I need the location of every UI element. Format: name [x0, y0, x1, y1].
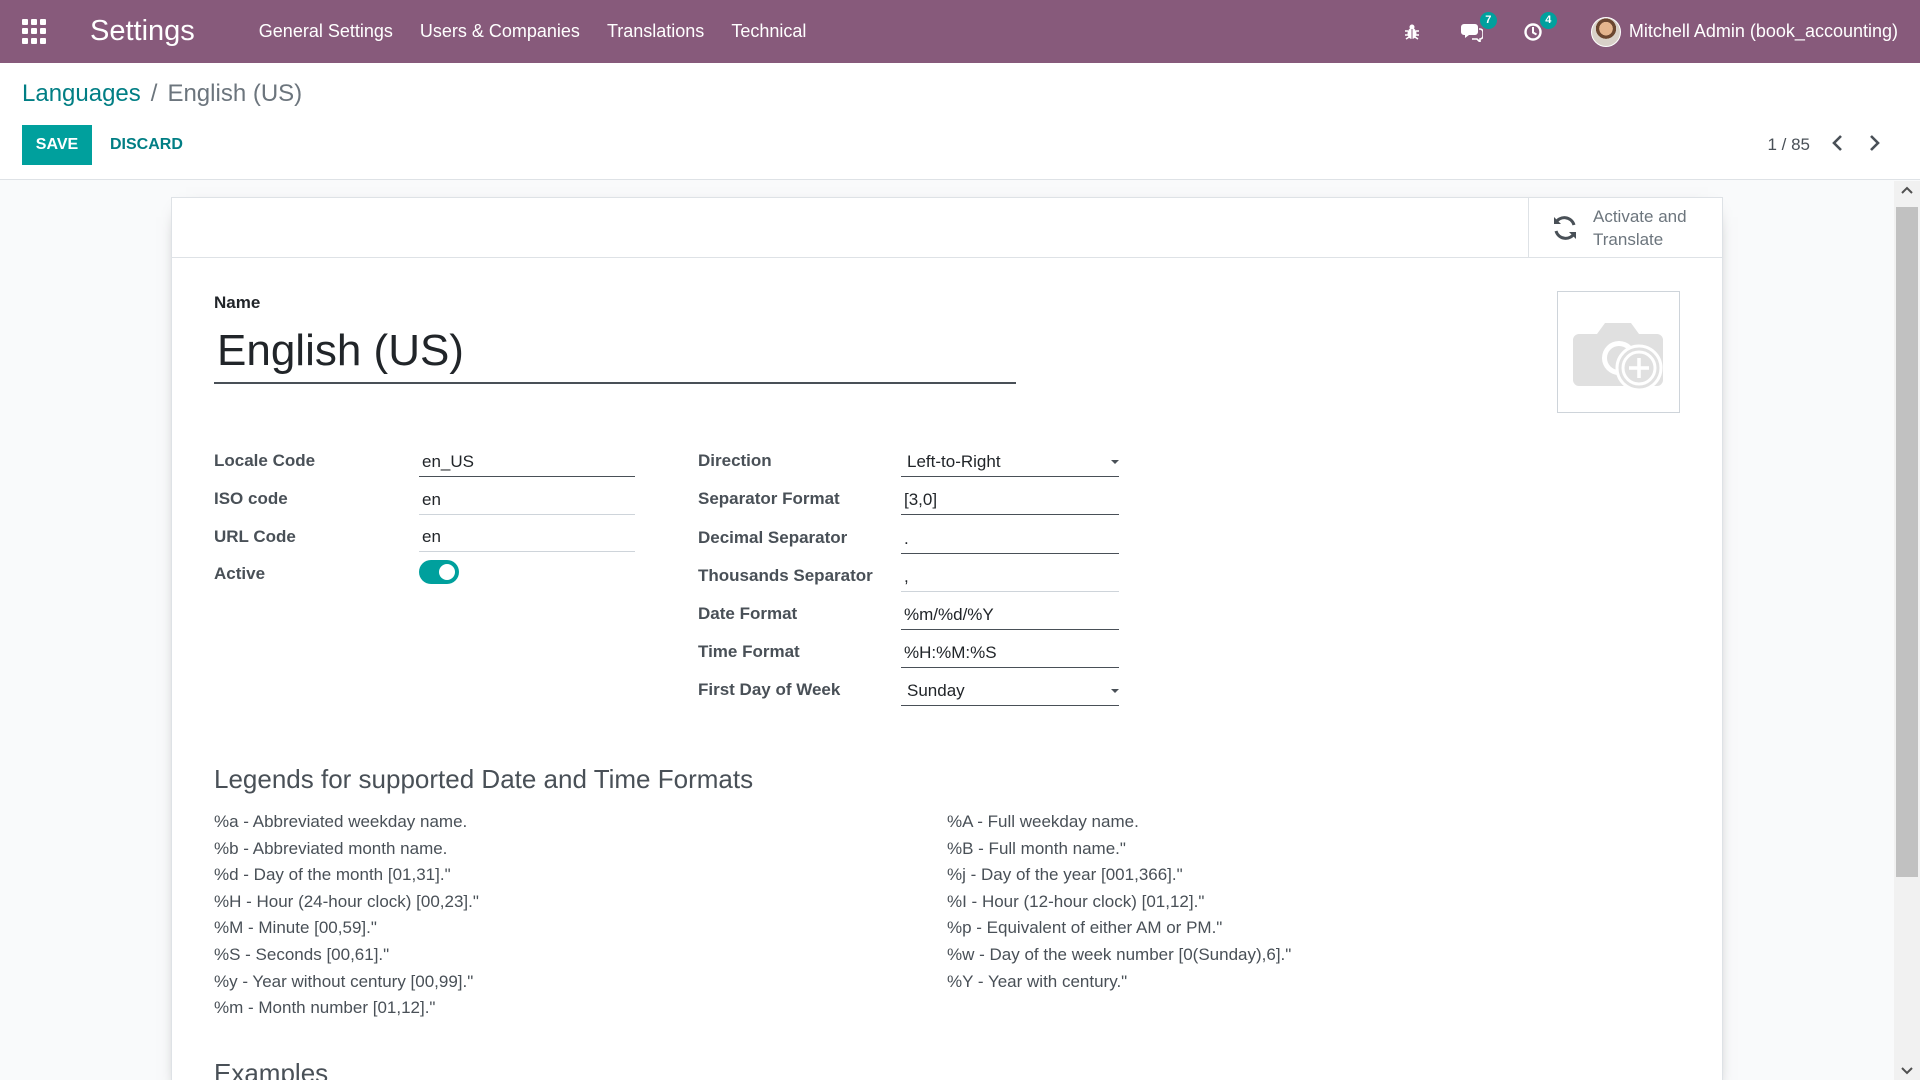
chevron-down-icon	[1111, 689, 1119, 693]
locale-code-label: Locale Code	[214, 451, 316, 470]
separator-format-label: Separator Format	[698, 489, 840, 508]
activities-clock-icon[interactable]: 4	[1523, 11, 1557, 42]
control-panel: Languages / English (US) SAVE DISCARD 1 …	[0, 63, 1920, 180]
breadcrumb-separator: /	[150, 80, 158, 107]
iso-code-label: ISO code	[214, 489, 288, 508]
vertical-scrollbar[interactable]	[1894, 181, 1920, 1080]
user-avatar	[1590, 16, 1621, 47]
menu-users-companies[interactable]: Users & Companies	[420, 21, 580, 42]
legend-item: %d - Day of the month [01,31]."	[214, 865, 451, 885]
legend-item: %p - Equivalent of either AM or PM."	[947, 918, 1223, 938]
url-code-input[interactable]	[419, 522, 635, 552]
legend-item: %B - Full month name."	[947, 838, 1126, 858]
legend-left-column: %a - Abbreviated weekday name. %b - Abbr…	[214, 809, 479, 1022]
legend-item: %A - Full weekday name.	[947, 812, 1139, 831]
refresh-icon	[1554, 216, 1576, 240]
iso-code-input[interactable]	[419, 485, 635, 515]
active-label: Active	[214, 564, 266, 583]
first-day-of-week-value: Sunday	[907, 681, 965, 700]
legend-item: %H - Hour (24-hour clock) [00,23]."	[214, 891, 479, 911]
first-day-of-week-label: First Day of Week	[698, 680, 841, 699]
messages-count-badge: 7	[1479, 11, 1497, 29]
app-title[interactable]: Settings	[90, 15, 195, 48]
scroll-down-arrow-icon[interactable]	[1900, 1064, 1914, 1078]
activities-count-badge: 4	[1539, 11, 1557, 29]
legend-item: %y - Year without century [00,99]."	[214, 971, 474, 991]
scroll-up-arrow-icon[interactable]	[1900, 183, 1914, 197]
debug-bug-icon[interactable]	[1403, 23, 1421, 41]
button-box: Activate and Translate	[172, 198, 1722, 258]
form-sheet: Activate and Translate Name Locale Code …	[171, 197, 1723, 1080]
messages-chat-icon[interactable]: 7	[1460, 11, 1497, 42]
menu-translations[interactable]: Translations	[607, 21, 704, 42]
legend-item: %m - Month number [01,12]."	[214, 998, 436, 1018]
legend-item: %a - Abbreviated weekday name.	[214, 812, 468, 831]
thousands-separator-label: Thousands Separator	[698, 566, 873, 585]
date-format-label: Date Format	[698, 604, 798, 623]
menu-general-settings[interactable]: General Settings	[259, 21, 393, 42]
legend-item: %Y - Year with century."	[947, 971, 1128, 991]
legend-item: %I - Hour (12-hour clock) [01,12]."	[947, 891, 1205, 911]
first-day-of-week-select[interactable]: Sunday	[901, 676, 1119, 706]
time-format-label: Time Format	[698, 642, 800, 661]
active-toggle[interactable]	[419, 560, 459, 584]
activate-and-translate-button[interactable]: Activate and Translate	[1528, 198, 1722, 258]
examples-title: Examples	[214, 1058, 329, 1080]
thousands-separator-input[interactable]	[901, 562, 1119, 592]
breadcrumb: Languages / English (US)	[22, 80, 302, 108]
separator-format-input[interactable]	[901, 485, 1119, 515]
legend-item: %S - Seconds [00,61]."	[214, 944, 390, 964]
scrollbar-thumb[interactable]	[1896, 207, 1918, 877]
activate-and-translate-label: Activate and Translate	[1593, 207, 1687, 249]
legend-item: %M - Minute [00,59]."	[214, 918, 377, 938]
apps-menu-icon[interactable]	[22, 18, 48, 45]
locale-code-input[interactable]	[419, 447, 635, 477]
legend-item: %b - Abbreviated month name.	[214, 838, 448, 858]
user-name: Mitchell Admin (book_accounting)	[1628, 21, 1898, 41]
save-button[interactable]: SAVE	[22, 125, 92, 165]
decimal-separator-input[interactable]	[901, 524, 1119, 554]
direction-value: Left-to-Right	[907, 452, 1001, 471]
legend-right-column: %A - Full weekday name. %B - Full month …	[947, 809, 1291, 995]
name-input[interactable]	[214, 320, 1016, 384]
image-upload[interactable]	[1557, 291, 1680, 413]
date-format-input[interactable]	[901, 600, 1119, 630]
main-menu: General Settings Users & Companies Trans…	[259, 21, 834, 42]
url-code-label: URL Code	[214, 527, 296, 546]
chevron-down-icon	[1111, 460, 1119, 464]
camera-add-icon	[1572, 323, 1663, 392]
direction-label: Direction	[698, 451, 772, 470]
time-format-input[interactable]	[901, 638, 1119, 668]
systray: 7 4 Mitchell Admin (book_accounting)	[1363, 11, 1898, 47]
legend-item: %j - Day of the year [001,366]."	[947, 865, 1183, 885]
breadcrumb-languages-link[interactable]: Languages	[22, 80, 141, 108]
user-menu[interactable]: Mitchell Admin (book_accounting)	[1590, 16, 1898, 47]
discard-button[interactable]: DISCARD	[106, 125, 187, 165]
breadcrumb-current: English (US)	[167, 80, 303, 107]
name-label: Name	[214, 293, 261, 312]
pager-next-icon[interactable]	[1862, 131, 1886, 155]
pager-value[interactable]: 1 / 85	[1767, 135, 1810, 155]
legend-title: Legends for supported Date and Time Form…	[214, 764, 754, 794]
menu-technical[interactable]: Technical	[731, 21, 806, 42]
top-navbar: Settings General Settings Users & Compan…	[0, 0, 1920, 63]
legend-item: %w - Day of the week number [0(Sunday),6…	[947, 944, 1292, 964]
direction-select[interactable]: Left-to-Right	[901, 447, 1119, 477]
pager-previous-icon[interactable]	[1826, 131, 1850, 155]
decimal-separator-label: Decimal Separator	[698, 528, 848, 547]
